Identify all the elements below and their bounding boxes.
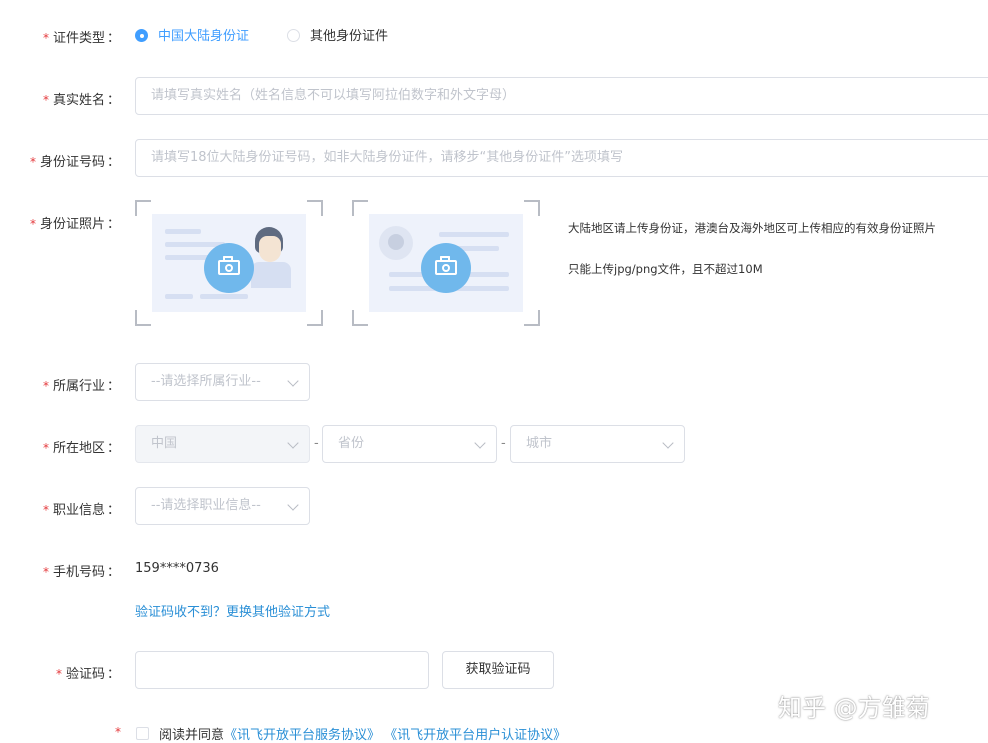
- province-select[interactable]: 省份: [322, 425, 497, 463]
- corner: [524, 310, 540, 326]
- chevron-down-icon: [287, 499, 299, 511]
- portrait-face-icon: [259, 236, 281, 262]
- corner: [135, 310, 151, 326]
- id-number-input[interactable]: 请填写18位大陆身份证号码，如非大陆身份证件，请移步“其他身份证件”选项填写: [135, 139, 988, 177]
- chevron-down-icon: [474, 437, 486, 449]
- verify-code-label: * 验证码：: [55, 667, 120, 682]
- phone-value: 159****0736: [135, 561, 219, 576]
- agreement-required-mark: *: [115, 725, 121, 739]
- city-select[interactable]: 城市: [510, 425, 685, 463]
- get-verify-code-button[interactable]: 获取验证码: [442, 651, 554, 689]
- portrait-body-icon: [251, 262, 291, 288]
- national-emblem-icon: [379, 226, 413, 260]
- radio-mainland-id-label[interactable]: 中国大陆身份证: [158, 25, 249, 44]
- id-photo-hint-region: 大陆地区请上传身份证，港澳台及海外地区可上传相应的有效身份证照片: [568, 221, 936, 235]
- corner: [307, 310, 323, 326]
- chevron-down-icon: [287, 437, 299, 449]
- phone-label: * 手机号码：: [42, 565, 120, 580]
- radio-other-id[interactable]: [287, 29, 300, 42]
- country-select[interactable]: 中国: [135, 425, 310, 463]
- corner: [352, 200, 368, 216]
- chevron-down-icon: [287, 375, 299, 387]
- id-photo-hint-format: 只能上传jpg/png文件，且不超过10M: [568, 262, 763, 276]
- region-separator: -: [501, 436, 506, 451]
- real-name-input[interactable]: 请填写真实姓名（姓名信息不可以填写阿拉伯数字和外文字母）: [135, 77, 988, 115]
- real-name-label: * 真实姓名：: [42, 93, 120, 108]
- id-photo-label: * 身份证照片：: [29, 217, 120, 232]
- occupation-select-value: --请选择职业信息--: [151, 498, 261, 513]
- id-front-upload[interactable]: [135, 200, 323, 326]
- corner: [307, 200, 323, 216]
- agreement-prefix: 阅读并同意: [159, 728, 225, 743]
- agreement-checkbox[interactable]: [136, 727, 149, 740]
- corner: [352, 310, 368, 326]
- camera-icon[interactable]: [421, 243, 471, 293]
- radio-mainland-id[interactable]: [135, 29, 148, 42]
- region-separator: -: [314, 436, 319, 451]
- id-back-upload[interactable]: [352, 200, 540, 326]
- id-number-label: * 身份证号码：: [29, 155, 120, 170]
- chevron-down-icon: [662, 437, 674, 449]
- country-select-value: 中国: [151, 436, 178, 451]
- corner: [524, 200, 540, 216]
- radio-other-id-label[interactable]: 其他身份证件: [310, 25, 388, 44]
- city-select-value: 城市: [526, 436, 553, 451]
- occupation-label: * 职业信息：: [42, 503, 120, 518]
- occupation-select[interactable]: --请选择职业信息--: [135, 487, 310, 525]
- agreement-text: 阅读并同意《讯飞开放平台服务协议》 《讯飞开放平台用户认证协议》: [159, 724, 566, 743]
- id-type-label: * 证件类型：: [42, 31, 120, 46]
- watermark: 知乎 @方雏菊: [778, 694, 930, 722]
- change-verification-link[interactable]: 验证码收不到？更换其他验证方式: [135, 601, 330, 620]
- verify-code-input[interactable]: [135, 651, 429, 689]
- province-select-value: 省份: [338, 436, 365, 451]
- industry-select-value: --请选择所属行业--: [151, 374, 261, 389]
- user-auth-agreement-link[interactable]: 《讯飞开放平台用户认证协议》: [384, 728, 566, 743]
- industry-label: * 所属行业：: [42, 379, 120, 394]
- camera-icon[interactable]: [204, 243, 254, 293]
- service-agreement-link[interactable]: 《讯飞开放平台服务协议》: [224, 728, 380, 743]
- region-label: * 所在地区：: [42, 441, 120, 456]
- industry-select[interactable]: --请选择所属行业--: [135, 363, 310, 401]
- corner: [135, 200, 151, 216]
